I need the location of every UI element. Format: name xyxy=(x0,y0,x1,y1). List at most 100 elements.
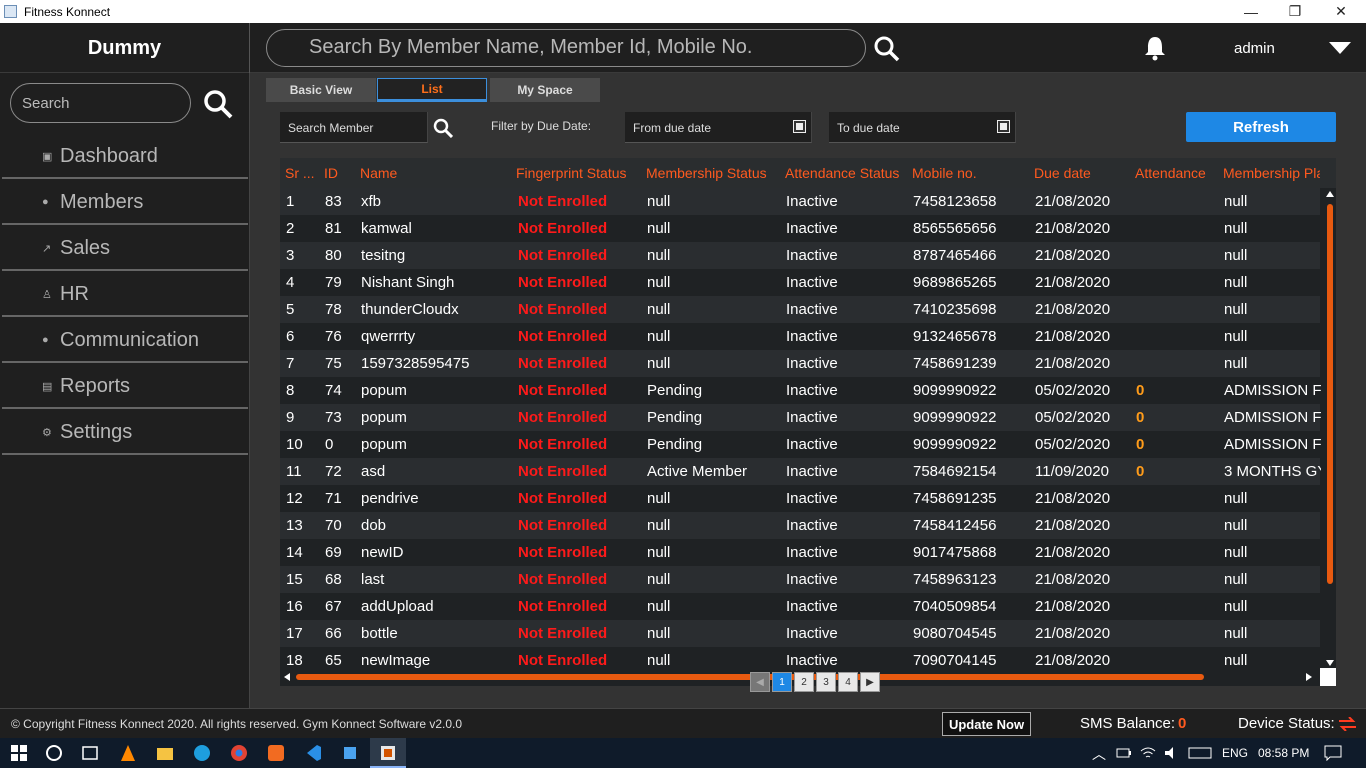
vertical-scrollbar[interactable] xyxy=(1324,188,1336,668)
table-row[interactable]: 10 0 popum Not Enrolled Pending Inactive 90999… xyxy=(280,431,1321,458)
column-header[interactable]: ID xyxy=(324,165,356,181)
windows-start-icon[interactable] xyxy=(9,743,29,763)
sidebar-item-reports[interactable]: ▤ Reports xyxy=(2,365,248,409)
from-due-date-field[interactable]: From due date xyxy=(625,112,812,143)
chevron-up-icon[interactable]: ︿ xyxy=(1092,744,1106,764)
sidebar-item-dashboard[interactable]: ▣ Dashboard xyxy=(2,135,248,179)
next-page-button[interactable]: ▶ xyxy=(860,672,880,692)
column-header[interactable]: Membership Plan xyxy=(1223,165,1320,181)
virtualbox-icon[interactable] xyxy=(340,743,360,763)
person-icon: ♙ xyxy=(42,288,52,301)
table-row[interactable]: 3 80 tesitng Not Enrolled null Inactive 878746… xyxy=(280,242,1320,269)
table-row[interactable]: 16 67 addUpload Not Enrolled null Inactive 704… xyxy=(280,593,1320,620)
notifications-icon[interactable] xyxy=(1324,745,1342,761)
tab-my-space[interactable]: My Space xyxy=(490,78,600,102)
tab-list[interactable]: List xyxy=(377,78,487,102)
search-member-input[interactable]: Search Member xyxy=(280,112,428,143)
table-row[interactable]: 5 78 thunderCloudx Not Enrolled null Inactive… xyxy=(280,296,1320,323)
column-header[interactable]: Fingerprint Status xyxy=(516,165,644,181)
column-header[interactable]: Name xyxy=(360,165,510,181)
chrome-icon[interactable] xyxy=(229,743,249,763)
global-search-input[interactable]: Search By Member Name, Member Id, Mobile… xyxy=(266,29,866,67)
search-icon[interactable] xyxy=(874,36,900,62)
table-row[interactable]: 13 70 dob Not Enrolled null Inactive 745841245… xyxy=(280,512,1320,539)
page-3[interactable]: 3 xyxy=(816,672,836,692)
sidebar-item-members[interactable]: ● Members xyxy=(2,181,248,225)
table-cell: null xyxy=(1224,544,1248,561)
table-cell: null xyxy=(1224,193,1248,210)
bell-icon[interactable] xyxy=(1143,35,1167,61)
table-row[interactable]: 14 69 newID Not Enrolled null Inactive 9017475… xyxy=(280,539,1320,566)
keyboard-icon[interactable] xyxy=(1188,746,1212,760)
column-header[interactable]: Membership Status xyxy=(646,165,783,181)
sidebar-search-input[interactable]: Search xyxy=(10,83,191,123)
column-header[interactable]: Attendance xyxy=(1135,165,1221,181)
page-1[interactable]: 1 xyxy=(772,672,792,692)
java-app-icon[interactable] xyxy=(378,743,398,763)
sidebar-item-settings[interactable]: ⚙ Settings xyxy=(2,411,248,455)
sidebar: Search ▣ Dashboard ● Members ↗ Sales ♙ HR ● Commu… xyxy=(0,73,250,708)
table-row[interactable]: 9 73 popum Not Enrolled Pending Inactive 90999… xyxy=(280,404,1321,431)
close-button[interactable]: ✕ xyxy=(1318,0,1364,23)
update-now-button[interactable]: Update Now xyxy=(942,712,1031,736)
column-header[interactable]: Attendance Status xyxy=(785,165,910,181)
sidebar-item-hr[interactable]: ♙ HR xyxy=(2,273,248,317)
file-explorer-icon[interactable] xyxy=(155,743,175,763)
battery-icon[interactable] xyxy=(1116,746,1132,760)
vscode-icon[interactable] xyxy=(303,743,323,763)
column-header[interactable]: Mobile no. xyxy=(912,165,1032,181)
table-cell: 14 xyxy=(286,544,303,561)
tab-basic-view[interactable]: Basic View xyxy=(266,78,376,102)
table-row[interactable]: 17 66 bottle Not Enrolled null Inactive 908070… xyxy=(280,620,1320,647)
calendar-icon[interactable] xyxy=(793,120,806,133)
table-cell: 21/08/2020 xyxy=(1035,193,1111,210)
clock[interactable]: 08:58 PM xyxy=(1258,746,1309,760)
calendar-icon[interactable] xyxy=(997,120,1010,133)
restore-button[interactable]: ❐ xyxy=(1272,0,1318,23)
table-row[interactable]: 8 74 popum Not Enrolled Pending Inactive 90999… xyxy=(280,377,1321,404)
table-row[interactable]: 2 81 kamwal Not Enrolled null Inactive 8565565… xyxy=(280,215,1320,242)
edge-icon[interactable] xyxy=(192,743,212,763)
page-2[interactable]: 2 xyxy=(794,672,814,692)
table-cell: 9132465678 xyxy=(913,328,997,345)
table-row[interactable]: 15 68 last Not Enrolled null Inactive 74589631… xyxy=(280,566,1320,593)
table-row[interactable]: 4 79 Nishant Singh Not Enrolled null Inactive… xyxy=(280,269,1320,296)
sidebar-search-icon[interactable] xyxy=(203,89,233,119)
column-header[interactable]: Sr ... xyxy=(285,165,319,181)
table-cell: 73 xyxy=(325,409,342,426)
refresh-button[interactable]: Refresh xyxy=(1186,112,1336,142)
volume-icon[interactable] xyxy=(1164,746,1180,760)
vlc-icon[interactable] xyxy=(118,743,138,763)
user-name[interactable]: admin xyxy=(1234,40,1275,57)
sidebar-item-sales[interactable]: ↗ Sales xyxy=(2,227,248,271)
app-icon-orange[interactable] xyxy=(266,743,286,763)
wifi-icon[interactable] xyxy=(1140,746,1156,760)
prev-page-button[interactable]: ◀ xyxy=(750,672,770,692)
language-indicator[interactable]: ENG xyxy=(1222,746,1248,760)
table-row[interactable]: 1 83 xfb Not Enrolled null Inactive 7458123658… xyxy=(280,188,1320,215)
page-4[interactable]: 4 xyxy=(838,672,858,692)
table-cell: 7410235698 xyxy=(913,301,997,318)
table-row[interactable]: 11 72 asd Not Enrolled Active Member Inactive… xyxy=(280,458,1321,485)
table-cell: Not Enrolled xyxy=(518,463,608,480)
table-cell: null xyxy=(1224,247,1248,264)
table-cell: Inactive xyxy=(786,571,838,588)
members-table: Sr ... ID Name Fingerprint Status Membership… xyxy=(280,158,1336,686)
column-header[interactable]: Due date xyxy=(1034,165,1134,181)
table-row[interactable]: 7 75 1597328595475 Not Enrolled null Inactive… xyxy=(280,350,1320,377)
table-cell: 7040509854 xyxy=(913,598,997,615)
table-row[interactable]: 6 76 qwerrrty Not Enrolled null Inactive 91324… xyxy=(280,323,1320,350)
to-due-date-field[interactable]: To due date xyxy=(829,112,1016,143)
chevron-down-icon[interactable] xyxy=(1329,42,1351,54)
sidebar-item-communication[interactable]: ● Communication xyxy=(2,319,248,363)
table-cell: null xyxy=(1224,301,1248,318)
member-search-icon[interactable] xyxy=(433,118,453,138)
table-row[interactable]: 12 71 pendrive Not Enrolled null Inactive 7458… xyxy=(280,485,1320,512)
task-view-icon[interactable] xyxy=(80,743,100,763)
cortana-icon[interactable] xyxy=(44,743,64,763)
table-cell: Not Enrolled xyxy=(518,355,608,372)
table-cell: 21/08/2020 xyxy=(1035,652,1111,669)
report-icon: ▤ xyxy=(42,380,53,393)
minimize-button[interactable]: — xyxy=(1228,0,1274,23)
table-cell: Inactive xyxy=(786,517,838,534)
